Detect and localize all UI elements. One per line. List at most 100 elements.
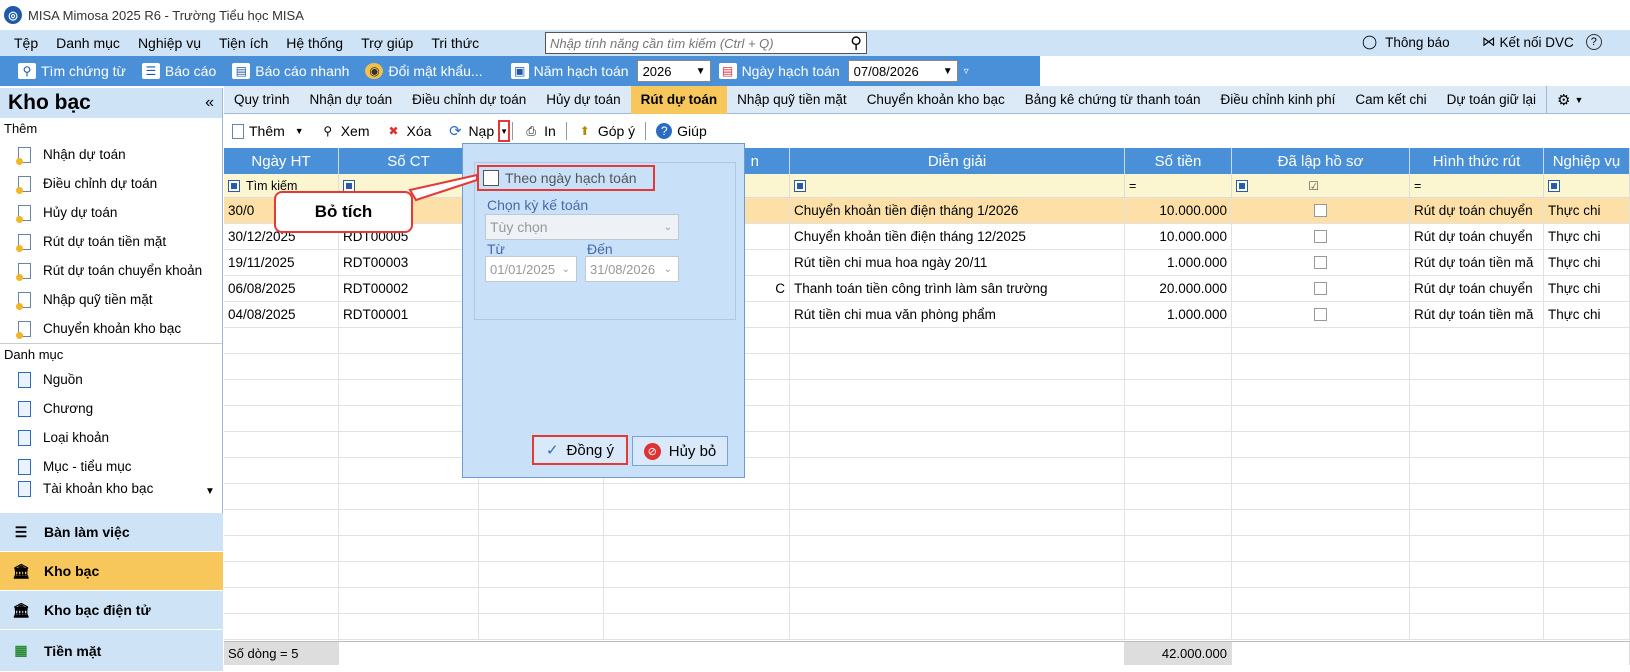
tab-settings[interactable]: ⚙ ▼	[1545, 85, 1593, 114]
cell-amount[interactable]: 10.000.000	[1125, 198, 1232, 223]
change-password-button[interactable]: ◉ Đổi mật khẩu...	[357, 56, 490, 86]
sidebar-item-receive-budget[interactable]: Nhận dự toán	[0, 140, 222, 169]
tab-withdraw-budget[interactable]: Rút dự toán	[630, 85, 728, 114]
module-cash[interactable]: ▦ Tiền mặt	[0, 630, 223, 672]
table-row[interactable]: 30/12/2025 RDT00005 Chuyển khoản tiền điện…	[224, 224, 1630, 250]
cell-desc[interactable]: Chuyển khoản tiền điện tháng 12/2025	[790, 224, 1125, 249]
col-method[interactable]: Hình thức rút	[1410, 148, 1544, 174]
checkbox-box[interactable]	[483, 170, 499, 186]
module-treasury[interactable]: 🏛 Kho bạc	[0, 552, 223, 591]
chevron-down-icon[interactable]: ▼	[295, 126, 304, 136]
search-icon[interactable]: ⚲	[850, 33, 866, 53]
load-dropdown-button[interactable]: ▼	[498, 120, 511, 142]
sidebar-item-treasury-account[interactable]: Tài khoản kho bạc	[0, 481, 222, 501]
cell-no[interactable]: RDT00003	[339, 250, 479, 275]
menu-utilities[interactable]: Tiện ích	[210, 35, 277, 51]
sidebar-item-treasury-transfer[interactable]: Chuyển khoản kho bạc	[0, 314, 222, 343]
menu-system[interactable]: Hệ thống	[277, 35, 352, 51]
sidebar-item-cash-receipt[interactable]: Nhập quỹ tiền mặt	[0, 285, 222, 314]
tab-payment-list[interactable]: Bảng kê chứng từ thanh toán	[1015, 86, 1211, 114]
dossier-checkbox[interactable]	[1314, 308, 1327, 321]
toolbar-overflow-icon[interactable]: ▿	[964, 66, 969, 77]
col-dossier[interactable]: Đã lập hồ sơ	[1232, 148, 1410, 174]
cell-method[interactable]: Rút dự toán chuyển	[1410, 276, 1544, 301]
sidebar-item-adjust-budget[interactable]: Điều chỉnh dự toán	[0, 169, 222, 198]
sidebar-item-category[interactable]: Loại khoản	[0, 423, 222, 452]
cell-cb[interactable]	[1232, 276, 1410, 301]
col-date[interactable]: Ngày HT	[224, 148, 339, 174]
table-row[interactable]: 19/11/2025 RDT00003 Rút tiền chi mua hoa n…	[224, 250, 1630, 276]
dossier-checkbox[interactable]	[1314, 282, 1327, 295]
tab-treasury-transfer[interactable]: Chuyển khoản kho bạc	[857, 86, 1015, 114]
cell-type[interactable]: Thực chi	[1544, 250, 1630, 275]
module-e-treasury[interactable]: 🏛 Kho bạc điện tử	[0, 591, 223, 630]
cell-type[interactable]: Thực chi	[1544, 224, 1630, 249]
cell-cb[interactable]	[1232, 250, 1410, 275]
sidebar-item-cancel-budget[interactable]: Hủy dự toán	[0, 198, 222, 227]
cell-type[interactable]: Thực chi	[1544, 302, 1630, 327]
tab-receive-budget[interactable]: Nhận dự toán	[300, 86, 403, 114]
menu-help[interactable]: Trợ giúp	[352, 35, 422, 51]
cell-amount[interactable]: 1.000.000	[1125, 302, 1232, 327]
ok-button[interactable]: ✓ Đồng ý	[532, 435, 628, 465]
cell-method[interactable]: Rút dự toán tiền mă	[1410, 250, 1544, 275]
notify-button[interactable]: ◯ Thông báo	[1362, 34, 1450, 50]
scroll-down-icon[interactable]: ▼	[205, 486, 215, 497]
dossier-checkbox[interactable]	[1314, 204, 1327, 217]
fiscal-year-select[interactable]: 2026 ▼	[636, 60, 711, 82]
cell-method[interactable]: Rút dự toán chuyển	[1410, 224, 1544, 249]
cell-method[interactable]: Rút dự toán chuyển	[1410, 198, 1544, 223]
table-row[interactable]: 06/08/2025 RDT00002 C Thanh toán tiền công …	[224, 276, 1630, 302]
filter-amount[interactable]: =	[1125, 174, 1232, 197]
cell-date[interactable]: 04/08/2025	[224, 302, 339, 327]
add-button[interactable]: Thêm ▼	[224, 118, 312, 144]
tab-retained-budget[interactable]: Dự toán giữ lại	[1437, 86, 1546, 114]
dossier-checkbox[interactable]	[1314, 230, 1327, 243]
cell-amount[interactable]: 10.000.000	[1125, 224, 1232, 249]
delete-button[interactable]: ✖ Xóa	[378, 118, 440, 144]
find-voucher-button[interactable]: ⚲ Tìm chứng từ	[0, 56, 134, 86]
cell-desc[interactable]: Chuyển khoản tiền điện tháng 1/2026	[790, 198, 1125, 223]
cell-method[interactable]: Rút dự toán tiền mă	[1410, 302, 1544, 327]
menu-operations[interactable]: Nghiệp vụ	[129, 35, 210, 51]
sidebar-item-subitem[interactable]: Mục - tiểu mục	[0, 452, 222, 481]
tab-adjust-funds[interactable]: Điều chỉnh kinh phí	[1211, 86, 1346, 114]
collapse-icon[interactable]: «	[205, 94, 214, 112]
sidebar-item-withdraw-transfer[interactable]: Rút dự toán chuyển khoản	[0, 256, 222, 285]
tab-process[interactable]: Quy trình	[224, 86, 300, 114]
cell-amount[interactable]: 1.000.000	[1125, 250, 1232, 275]
cell-no[interactable]: RDT00002	[339, 276, 479, 301]
from-date[interactable]: 01/01/2025 ⌄	[485, 256, 577, 282]
tab-commitment[interactable]: Cam kết chi	[1345, 86, 1436, 114]
menu-knowledge[interactable]: Tri thức	[422, 35, 488, 51]
cell-desc[interactable]: Rút tiền chi mua văn phòng phẩm	[790, 302, 1125, 327]
tab-cash-receipt[interactable]: Nhập quỹ tiền mặt	[727, 86, 857, 114]
col-amount[interactable]: Số tiền	[1125, 148, 1232, 174]
quick-report-button[interactable]: ▤ Báo cáo nhanh	[224, 56, 357, 86]
period-select[interactable]: Tùy chọn ⌄	[485, 214, 679, 240]
menu-catalog[interactable]: Danh mục	[47, 35, 129, 51]
cell-cb[interactable]	[1232, 198, 1410, 223]
cell-desc[interactable]: Rút tiền chi mua hoa ngày 20/11	[790, 250, 1125, 275]
cancel-button[interactable]: ⊘ Hủy bỏ	[632, 436, 728, 466]
feature-search-input[interactable]	[546, 35, 851, 51]
cell-desc[interactable]: Thanh toán tiền công trình làm sân trườn…	[790, 276, 1125, 301]
connect-dvc-button[interactable]: ⋈ Kết nối DVC ?	[1482, 34, 1602, 50]
tab-adjust-budget[interactable]: Điều chỉnh dự toán	[402, 86, 536, 114]
report-button[interactable]: ☰ Báo cáo	[134, 56, 224, 86]
feedback-button[interactable]: ⬆ Góp ý	[569, 118, 643, 144]
to-date[interactable]: 31/08/2026 ⌄	[585, 256, 679, 282]
cell-type[interactable]: Thực chi	[1544, 198, 1630, 223]
view-button[interactable]: ⚲ Xem	[312, 118, 378, 144]
cell-date[interactable]: 06/08/2025	[224, 276, 339, 301]
cell-date[interactable]: 19/11/2025	[224, 250, 339, 275]
cell-cb[interactable]	[1232, 302, 1410, 327]
sidebar-item-source[interactable]: Nguồn	[0, 365, 222, 394]
module-desk[interactable]: ☰ Bàn làm việc	[0, 513, 223, 552]
cell-amount[interactable]: 20.000.000	[1125, 276, 1232, 301]
post-date-checkbox[interactable]: Theo ngày hạch toán	[477, 165, 655, 191]
filter-method[interactable]: =	[1410, 174, 1544, 197]
help-circle-icon[interactable]: ?	[1585, 34, 1602, 50]
col-operation[interactable]: Nghiệp vụ	[1544, 148, 1630, 174]
help-button[interactable]: ? Giúp	[648, 118, 715, 144]
